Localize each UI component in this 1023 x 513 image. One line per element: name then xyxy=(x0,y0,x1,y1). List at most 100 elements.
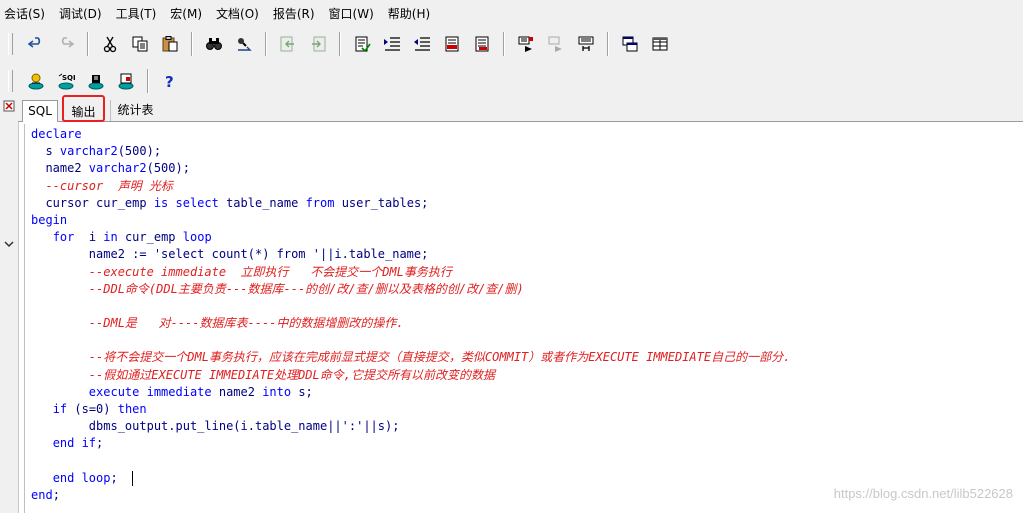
code-line[interactable]: end loop; xyxy=(31,470,790,487)
lowercase-button[interactable] xyxy=(469,31,495,57)
indent-button[interactable] xyxy=(379,31,405,57)
code-line[interactable]: --假如通过EXECUTE IMMEDIATE处理DDL命令,它提交所有以前改变… xyxy=(31,367,790,384)
code-line[interactable]: end if; xyxy=(31,435,790,452)
execute-button[interactable] xyxy=(513,31,539,57)
code-line[interactable]: --DML是 对----数据库表----中的数据增删改的操作. xyxy=(31,315,790,332)
code-line[interactable]: --将不会提交一个DML事务执行，应该在完成前显式提交（直接提交，类似COMMI… xyxy=(31,349,791,366)
database-button[interactable] xyxy=(23,68,49,94)
code-text: name2 := 'select count(*) from '||i.tabl… xyxy=(31,247,429,262)
comment-button[interactable] xyxy=(349,31,375,57)
menu-item[interactable]: 报告(R) xyxy=(273,5,315,22)
menu-item[interactable]: 工具(T) xyxy=(116,5,157,22)
toolbar-separator xyxy=(503,32,505,56)
help-button[interactable]: ? xyxy=(157,68,183,94)
find-next-icon xyxy=(238,38,252,51)
svg-text:SQL: SQL xyxy=(62,74,75,82)
code-keyword: declare xyxy=(31,127,82,141)
code-line[interactable]: s varchar2(500); xyxy=(31,143,790,160)
redo-button[interactable] xyxy=(53,31,79,57)
code-text[interactable]: declare s varchar2(500); name2 varchar2(… xyxy=(31,126,790,504)
code-keyword: then xyxy=(117,402,147,416)
tab-sql[interactable]: SQL xyxy=(22,100,58,122)
code-text: ; xyxy=(96,436,104,451)
undo-button[interactable] xyxy=(23,31,49,57)
code-line[interactable]: cursor cur_emp is select table_name from… xyxy=(31,195,790,212)
find-button[interactable] xyxy=(201,31,227,57)
code-line[interactable]: begin xyxy=(31,212,790,229)
menu-item[interactable]: 窗口(W) xyxy=(329,5,374,22)
code-text: cur_emp xyxy=(117,230,183,245)
menu-bar: 会话(S) 调试(D) 工具(T) 宏(M) 文档(O) 报告(R) 窗口(W) 帮助(H) xyxy=(0,0,1023,26)
code-comment: --将不会提交一个DML事务执行，应该在完成前显式提交（直接提交，类似COMMI… xyxy=(31,350,791,365)
unindent-button[interactable] xyxy=(409,31,435,57)
chevron-down-icon[interactable] xyxy=(2,238,16,250)
text-caret xyxy=(131,470,133,486)
tab-stats[interactable]: 统计表 xyxy=(110,100,160,121)
code-line[interactable] xyxy=(31,298,790,315)
code-comment: --DDL命令(DDL主要负责---数据库---的创/改/查/删以及表格的创/改… xyxy=(31,281,524,296)
code-keyword: varchar2 xyxy=(88,161,147,176)
code-keyword: in xyxy=(103,230,118,245)
code-text: (500); xyxy=(146,161,190,176)
menu-item[interactable]: 文档(O) xyxy=(216,5,259,22)
unindent-icon xyxy=(414,37,430,51)
code-line[interactable]: declare xyxy=(31,126,790,143)
menu-item[interactable]: 帮助(H) xyxy=(388,5,430,22)
prev-button[interactable] xyxy=(275,31,301,57)
code-line[interactable]: execute immediate name2 into s; xyxy=(31,384,790,401)
code-text: name2 xyxy=(31,161,89,176)
pin-icon[interactable] xyxy=(3,100,15,112)
code-line[interactable]: --execute immediate 立即执行 不会提交一个DML事务执行 xyxy=(31,264,790,281)
code-line[interactable]: for i in cur_emp loop xyxy=(31,229,790,246)
code-keyword: begin xyxy=(31,212,68,227)
code-line[interactable]: name2 := 'select count(*) from '||i.tabl… xyxy=(31,246,790,263)
code-line[interactable]: --cursor 声明 光标 xyxy=(31,178,790,195)
stop-button[interactable] xyxy=(543,31,569,57)
code-text: i xyxy=(74,230,104,245)
grid-button[interactable] xyxy=(647,31,673,57)
cut-icon xyxy=(103,36,117,53)
code-text: s; xyxy=(291,384,313,399)
find-next-button[interactable] xyxy=(231,31,257,57)
watermark: https://blog.csdn.net/lilb522628 xyxy=(833,486,1013,501)
command-window-button[interactable] xyxy=(83,68,109,94)
next-icon xyxy=(312,36,326,52)
code-line[interactable] xyxy=(31,332,790,349)
code-line[interactable] xyxy=(31,453,790,470)
sql-editor[interactable]: declare s varchar2(500); name2 varchar2(… xyxy=(24,124,1023,513)
uppercase-icon xyxy=(445,36,459,52)
code-line[interactable]: end; xyxy=(31,487,790,504)
comment-icon xyxy=(355,36,371,53)
code-text: name2 xyxy=(211,384,263,399)
code-text: cursor cur_emp xyxy=(31,195,154,210)
code-keyword: for xyxy=(52,230,75,245)
execute-icon xyxy=(518,36,533,52)
menu-item[interactable]: 宏(M) xyxy=(170,5,202,22)
windows-button[interactable] xyxy=(617,31,643,57)
code-line[interactable]: dbms_output.put_line(i.table_name||':'||… xyxy=(31,418,790,435)
code-line[interactable]: --DDL命令(DDL主要负责---数据库---的创/改/查/删以及表格的创/改… xyxy=(31,281,790,298)
code-text: (s=0) xyxy=(67,402,118,416)
undo-icon xyxy=(27,37,41,48)
copy-button[interactable] xyxy=(127,31,153,57)
tab-output[interactable]: 输出 xyxy=(62,95,105,122)
code-line[interactable]: name2 varchar2(500); xyxy=(31,160,790,177)
next-button[interactable] xyxy=(305,31,331,57)
explain-button[interactable] xyxy=(573,31,599,57)
toolbar-grip[interactable] xyxy=(8,70,13,92)
paste-button[interactable] xyxy=(157,31,183,57)
help-icon: ? xyxy=(165,73,174,90)
cut-button[interactable] xyxy=(97,31,123,57)
code-keyword: into xyxy=(262,384,292,399)
uppercase-button[interactable] xyxy=(439,31,465,57)
code-keyword: varchar2 xyxy=(59,144,118,159)
toolbar-grip[interactable] xyxy=(8,33,13,55)
toolbar-separator xyxy=(191,32,193,56)
find-icon xyxy=(206,38,222,50)
menu-item[interactable]: 会话(S) xyxy=(4,5,45,22)
report-button[interactable] xyxy=(113,68,139,94)
menu-item[interactable]: 调试(D) xyxy=(59,5,102,22)
code-line[interactable]: if (s=0) then xyxy=(31,401,790,418)
sql-window-button[interactable]: SQL xyxy=(53,68,79,94)
